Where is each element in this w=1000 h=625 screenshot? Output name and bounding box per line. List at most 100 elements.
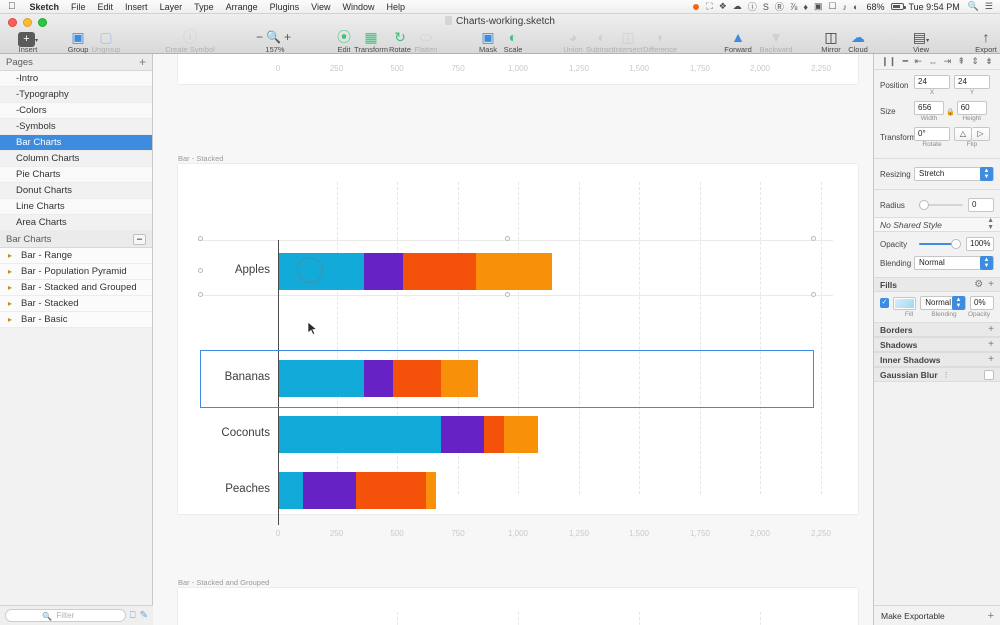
- add-export-preset-button[interactable]: +: [988, 610, 994, 622]
- toolbar-cloud-button[interactable]: ☁ Cloud: [830, 29, 886, 54]
- bar-segment-bananas-series3[interactable]: [393, 360, 441, 397]
- page-item-symbols[interactable]: -Symbols: [0, 119, 152, 135]
- blending-select[interactable]: Normal ▲ ▼: [914, 256, 994, 270]
- bar-segment-apples-series2[interactable]: [364, 253, 403, 290]
- bar-segment-coconuts-series4[interactable]: [504, 416, 538, 453]
- resize-handle[interactable]: [811, 236, 816, 241]
- disclosure-triangle-icon[interactable]: ▸: [8, 312, 16, 327]
- toolbar-difference-button[interactable]: ◗ Difference: [632, 29, 688, 54]
- toolbar-export-button[interactable]: ↑ Export: [958, 29, 1000, 54]
- shared-style-stepper-icon[interactable]: ▲ ▼: [987, 217, 994, 231]
- percent-icon[interactable]: ⅞: [787, 2, 801, 12]
- align-center-icon[interactable]: ⇔: [928, 57, 937, 67]
- bar-segment-coconuts-series1[interactable]: [279, 416, 441, 453]
- fill-opacity-input[interactable]: 0%: [970, 296, 994, 310]
- disclosure-triangle-icon[interactable]: ▸: [8, 264, 16, 279]
- opacity-input[interactable]: 100%: [966, 237, 994, 251]
- layer-item-bar-stacked[interactable]: ▸ Bar - Stacked: [0, 296, 152, 312]
- flip-vertical-icon[interactable]: ▷: [972, 127, 990, 141]
- menu-item-arrange[interactable]: Arrange: [220, 2, 264, 12]
- help-circle-icon[interactable]: ⓘ: [745, 0, 760, 13]
- gaussian-blur-toggle[interactable]: [984, 369, 994, 380]
- bar-segment-peaches-series4[interactable]: [426, 472, 436, 509]
- align-middle-icon[interactable]: ⇕: [971, 56, 979, 67]
- resize-handle[interactable]: [505, 292, 510, 297]
- inner-shadows-section-header[interactable]: Inner Shadows +: [874, 352, 1000, 367]
- toolbar-insert-button[interactable]: + ▾ Insert: [0, 29, 56, 54]
- layer-item-bar-population-pyramid[interactable]: ▸ Bar - Population Pyramid: [0, 264, 152, 280]
- duplicate-layer-icon[interactable]: ⎕: [130, 610, 136, 621]
- menu-item-help[interactable]: Help: [381, 2, 412, 12]
- fill-blending-select[interactable]: Normal ▲ ▼: [920, 296, 966, 310]
- disclosure-triangle-icon[interactable]: ▸: [8, 248, 16, 263]
- blur-type-chevron-icon[interactable]: ⋮: [938, 371, 950, 379]
- bar-segment-bananas-series4[interactable]: [441, 360, 478, 397]
- bar-segment-apples-series3[interactable]: [403, 253, 476, 290]
- menu-item-insert[interactable]: Insert: [119, 2, 154, 12]
- wifi-icon[interactable]: ◐: [850, 2, 861, 12]
- bar-segment-peaches-series1[interactable]: [279, 472, 303, 509]
- size-height-input[interactable]: 60: [956, 101, 987, 115]
- airplay-icon[interactable]: ⛶: [703, 1, 715, 12]
- resize-handle[interactable]: [198, 236, 203, 241]
- shared-style-row[interactable]: No Shared Style ▲ ▼: [874, 217, 1000, 232]
- page-item-column-charts[interactable]: Column Charts: [0, 151, 152, 167]
- page-item-pie-charts[interactable]: Pie Charts: [0, 167, 152, 183]
- fill-enabled-checkbox[interactable]: ✓: [880, 298, 889, 308]
- resize-handle[interactable]: [198, 268, 203, 273]
- evernote-icon[interactable]: ♦: [800, 2, 811, 12]
- align-left-icon[interactable]: ⇤: [914, 56, 922, 67]
- volume-icon[interactable]: ♪: [840, 2, 851, 12]
- position-y-input[interactable]: 24: [954, 75, 990, 89]
- opacity-slider[interactable]: [919, 238, 961, 250]
- toolbar-flatten-button[interactable]: ⬭ Flatten: [398, 29, 454, 54]
- magnifier-icon[interactable]: 🔍: [266, 30, 284, 44]
- collapse-all-layers-button[interactable]: ━: [133, 233, 146, 245]
- resize-handle[interactable]: [811, 292, 816, 297]
- bar-segment-coconuts-series3[interactable]: [484, 416, 504, 453]
- gear-icon[interactable]: ⚙: [969, 279, 983, 290]
- add-shadow-button[interactable]: +: [983, 339, 994, 350]
- disclosure-triangle-icon[interactable]: ▸: [8, 296, 16, 311]
- dropbox-icon[interactable]: ❖: [716, 1, 730, 12]
- page-item-donut-charts[interactable]: Donut Charts: [0, 183, 152, 199]
- page-item-bar-charts[interactable]: Bar Charts: [0, 135, 152, 151]
- menu-item-view[interactable]: View: [305, 2, 336, 12]
- menu-item-layer[interactable]: Layer: [154, 2, 189, 12]
- apple-logo-icon[interactable]: : [0, 1, 24, 12]
- menu-item-sketch[interactable]: Sketch: [24, 2, 66, 12]
- align-right-icon[interactable]: ⇥: [944, 56, 952, 67]
- spotlight-search-icon[interactable]: 🔍: [965, 1, 982, 12]
- edit-layer-icon[interactable]: ✎: [140, 610, 148, 621]
- page-item-area-charts[interactable]: Area Charts: [0, 215, 152, 231]
- bar-segment-peaches-series2[interactable]: [303, 472, 356, 509]
- toolbar-create-symbol-button[interactable]: ⓘ Create Symbol: [155, 29, 225, 54]
- toolbar-view-button[interactable]: ▤▾ View: [893, 29, 949, 54]
- resizing-select[interactable]: Stretch ▲ ▼: [914, 167, 994, 181]
- menu-item-edit[interactable]: Edit: [92, 2, 120, 12]
- artboard-bar-stacked-previous[interactable]: 0 250 500 750 1,000 1,250 1,500 1,750 2,…: [178, 54, 858, 84]
- cloud-icon[interactable]: ☁: [730, 1, 745, 12]
- bar-segment-coconuts-series2[interactable]: [441, 416, 484, 453]
- flip-horizontal-icon[interactable]: △: [954, 127, 972, 141]
- page-item-typography[interactable]: -Typography: [0, 87, 152, 103]
- align-bottom-icon[interactable]: ⇟: [985, 56, 993, 67]
- add-fill-button[interactable]: +: [983, 279, 994, 290]
- resize-handle[interactable]: [198, 292, 203, 297]
- add-inner-shadow-button[interactable]: +: [983, 354, 994, 365]
- fill-color-swatch[interactable]: [892, 296, 917, 310]
- notification-center-icon[interactable]: ☰: [982, 1, 996, 12]
- page-item-line-charts[interactable]: Line Charts: [0, 199, 152, 215]
- resize-handle[interactable]: [505, 236, 510, 241]
- gaussian-blur-section-header[interactable]: Gaussian Blur ⋮: [874, 367, 1000, 382]
- borders-section-header[interactable]: Borders +: [874, 322, 1000, 337]
- make-exportable-footer[interactable]: Make Exportable +: [874, 605, 1000, 625]
- layer-item-bar-basic[interactable]: ▸ Bar - Basic: [0, 312, 152, 328]
- display-icon[interactable]: ☐: [825, 1, 839, 12]
- at-icon[interactable]: Ⓡ: [772, 0, 787, 13]
- shadows-section-header[interactable]: Shadows +: [874, 337, 1000, 352]
- bar-segment-peaches-series3[interactable]: [356, 472, 426, 509]
- position-x-input[interactable]: 24: [914, 75, 950, 89]
- distribute-vertical-icon[interactable]: ━: [903, 56, 908, 67]
- toolbar-ungroup-button[interactable]: ▢ Ungroup: [78, 29, 134, 54]
